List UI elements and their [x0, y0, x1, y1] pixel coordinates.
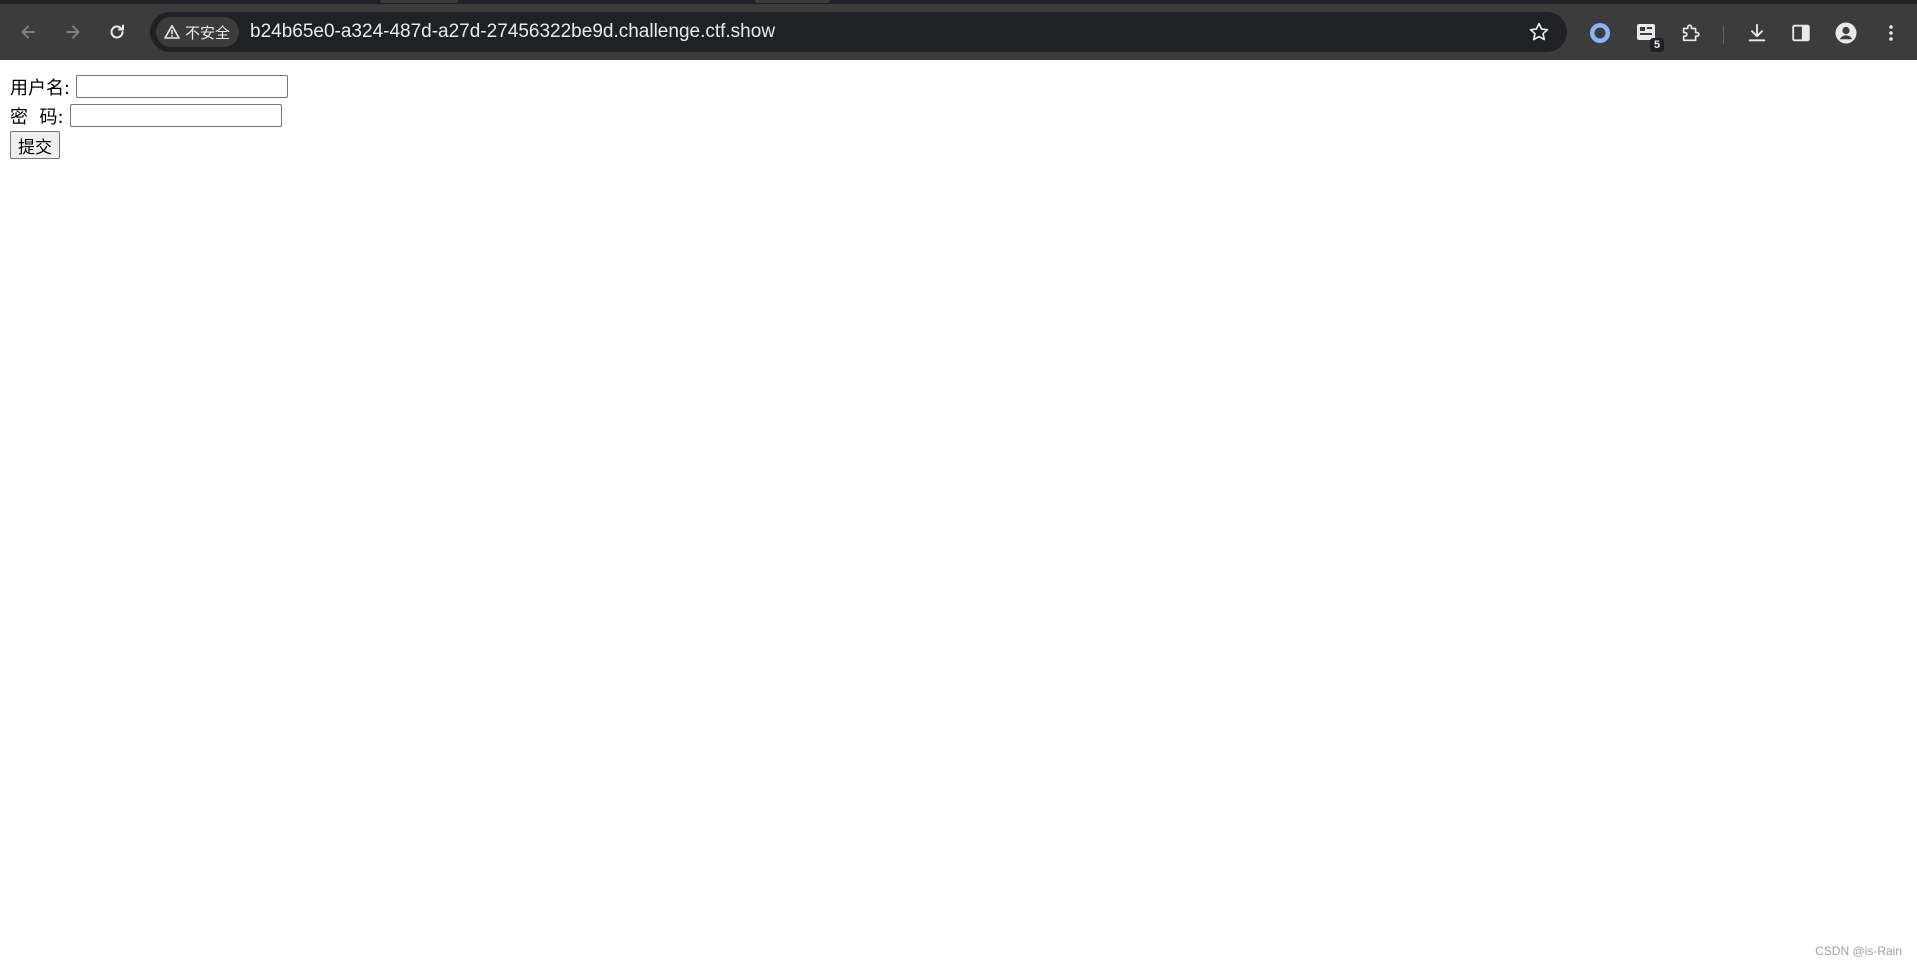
username-label: 用户名:: [10, 77, 71, 99]
address-bar[interactable]: 不安全 b24b65e0-a324-487d-a27d-27456322be9d…: [150, 12, 1567, 52]
side-panel-icon: [1792, 24, 1810, 42]
kebab-menu-icon: [1889, 25, 1893, 41]
extension-badge-button[interactable]: 5: [1631, 18, 1664, 52]
login-form: 用户名: 密 码: 提交: [10, 72, 289, 159]
ring-icon: [1590, 23, 1610, 43]
arrow-left-icon: [21, 25, 35, 39]
extensions-button[interactable]: [1676, 18, 1706, 48]
side-panel-button[interactable]: [1786, 18, 1816, 48]
extension-ring-button[interactable]: [1585, 18, 1615, 48]
username-row: 用户名:: [10, 72, 289, 101]
tab-edge: [380, 0, 458, 3]
profile-icon: [1835, 22, 1857, 44]
submit-button[interactable]: 提交: [10, 131, 60, 159]
star-icon: [1529, 22, 1549, 41]
arrow-right-icon: [66, 25, 80, 39]
toolbar-divider: [1723, 26, 1724, 44]
reload-button[interactable]: [99, 14, 135, 50]
extension-badge-count: 5: [1650, 38, 1664, 52]
username-input[interactable]: [76, 75, 289, 98]
url-text[interactable]: b24b65e0-a324-487d-a27d-27456322be9d.cha…: [250, 12, 775, 52]
tab-edge: [755, 0, 830, 3]
password-label: 密 码:: [10, 106, 64, 128]
password-row: 密 码:: [10, 101, 288, 130]
downloads-button[interactable]: [1742, 18, 1772, 48]
warning-triangle-icon: [164, 25, 180, 39]
back-button[interactable]: [10, 14, 46, 50]
security-label: 不安全: [185, 23, 231, 42]
page-content: 用户名: 密 码: 提交 CSDN @is-Rain: [0, 60, 1917, 966]
forward-button[interactable]: [55, 14, 91, 50]
download-icon: [1748, 23, 1766, 42]
browser-toolbar: 不安全 b24b65e0-a324-487d-a27d-27456322be9d…: [0, 4, 1917, 60]
password-input[interactable]: [69, 104, 282, 127]
reload-icon: [110, 24, 124, 39]
bookmark-button[interactable]: [1525, 18, 1553, 46]
profile-button[interactable]: [1831, 18, 1861, 48]
watermark: CSDN @is-Rain: [1815, 944, 1902, 958]
menu-button[interactable]: [1876, 18, 1906, 48]
security-indicator[interactable]: 不安全: [156, 17, 240, 47]
puzzle-icon: [1682, 24, 1700, 42]
